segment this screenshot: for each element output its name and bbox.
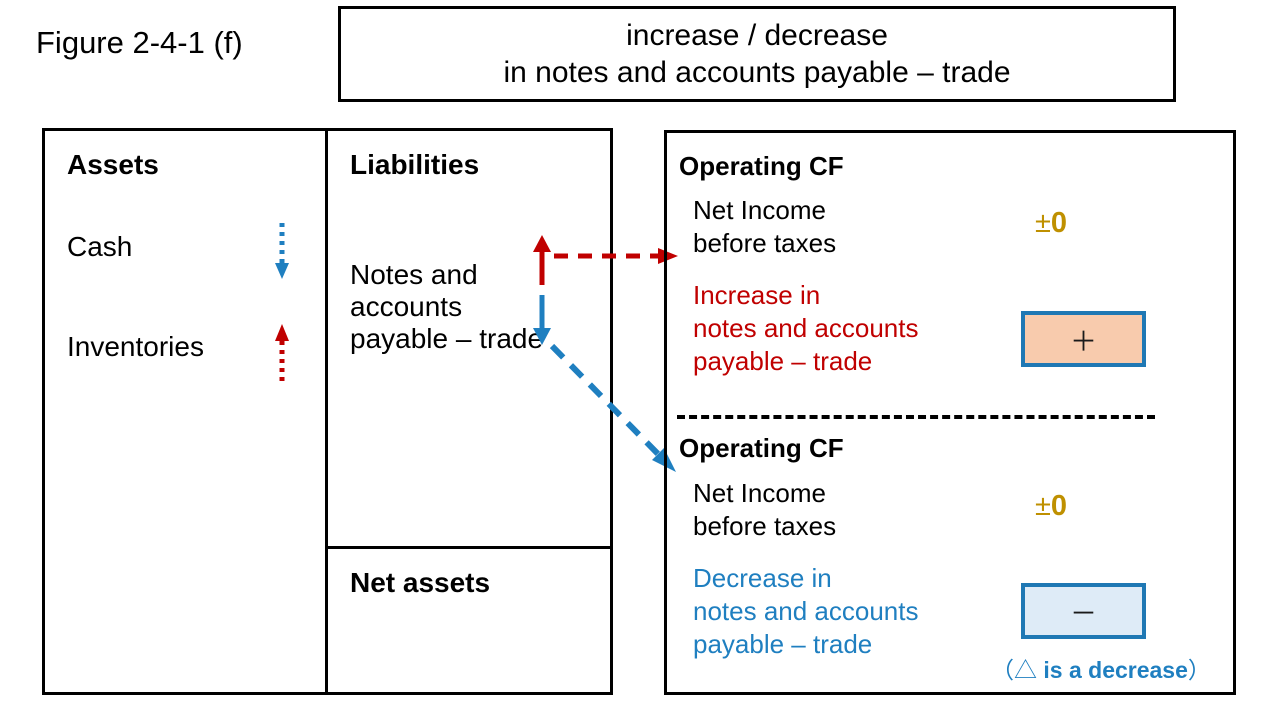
note-text: is a decrease: [1037, 657, 1188, 683]
adjustment-line-1-top: Increase in: [693, 280, 821, 310]
adjustment-line-2-top: notes and accounts: [693, 313, 919, 343]
minus-sign-icon: －: [1070, 598, 1097, 629]
liabilities-item-line-3: payable – trade: [350, 323, 544, 354]
assets-box: Assets Cash Inventories: [42, 128, 328, 695]
adjustment-line-1-bottom: Decrease in: [693, 563, 832, 593]
note-open-paren: （: [991, 657, 1014, 683]
figure-label: Figure 2-4-1 (f): [36, 25, 243, 60]
adjustment-value-box-plus: ＋: [1021, 311, 1146, 367]
net-income-line-1-top: Net Income: [693, 195, 826, 225]
decrease-note: （△ is a decrease）: [991, 651, 1211, 685]
net-income-value-number-top: 0: [1050, 207, 1068, 239]
adjustment-line-3-bottom: payable – trade: [693, 629, 873, 659]
title-box: increase / decrease in notes and account…: [338, 6, 1176, 102]
title-line-1: increase / decrease: [626, 18, 888, 52]
plus-minus-sign-icon-top: ±: [1035, 207, 1051, 239]
adjustment-line-3-top: payable – trade: [693, 346, 873, 376]
net-income-value-bottom: ±0: [1035, 490, 1067, 523]
plus-sign-icon: ＋: [1070, 326, 1097, 357]
down-dotted-arrow-icon: [273, 221, 291, 283]
up-solid-arrow-icon: [531, 233, 553, 287]
down-solid-arrow-icon: [531, 293, 553, 347]
liabilities-item-line-1: Notes and: [350, 259, 478, 290]
net-income-value-top: ±0: [1035, 207, 1067, 240]
assets-heading: Assets: [67, 149, 159, 180]
adjustment-line-2-bottom: notes and accounts: [693, 596, 919, 626]
liabilities-heading: Liabilities: [350, 149, 480, 180]
note-close-paren: ）: [1187, 657, 1211, 683]
net-income-value-number-bottom: 0: [1050, 490, 1068, 522]
net-income-line-1-bottom: Net Income: [693, 478, 826, 508]
plus-minus-sign-icon-bottom: ±: [1035, 490, 1051, 522]
assets-item-cash-label: Cash: [67, 231, 133, 262]
operating-cash-flow-panel: Operating CF Net Income before taxes ±0 …: [664, 130, 1236, 695]
liabilities-column: Liabilities Notes and accounts payable –…: [325, 128, 613, 695]
title-line-2: in notes and accounts payable – trade: [503, 56, 1011, 89]
operating-cf-heading-bottom: Operating CF: [679, 433, 844, 463]
triangle-icon: △: [1014, 657, 1037, 683]
net-income-line-2-bottom: before taxes: [693, 511, 837, 541]
net-assets-box: Net assets: [325, 546, 613, 695]
up-dotted-arrow-icon: [273, 321, 291, 383]
net-assets-heading: Net assets: [350, 567, 491, 598]
adjustment-value-box-minus: －: [1021, 583, 1146, 639]
net-income-line-2-top: before taxes: [693, 228, 837, 258]
liabilities-box: Liabilities Notes and accounts payable –…: [325, 128, 613, 549]
cf-section-divider: [677, 415, 1155, 419]
operating-cf-heading-top: Operating CF: [679, 151, 844, 181]
assets-item-inventories-label: Inventories: [67, 331, 204, 362]
liabilities-item-line-2: accounts: [350, 291, 463, 322]
